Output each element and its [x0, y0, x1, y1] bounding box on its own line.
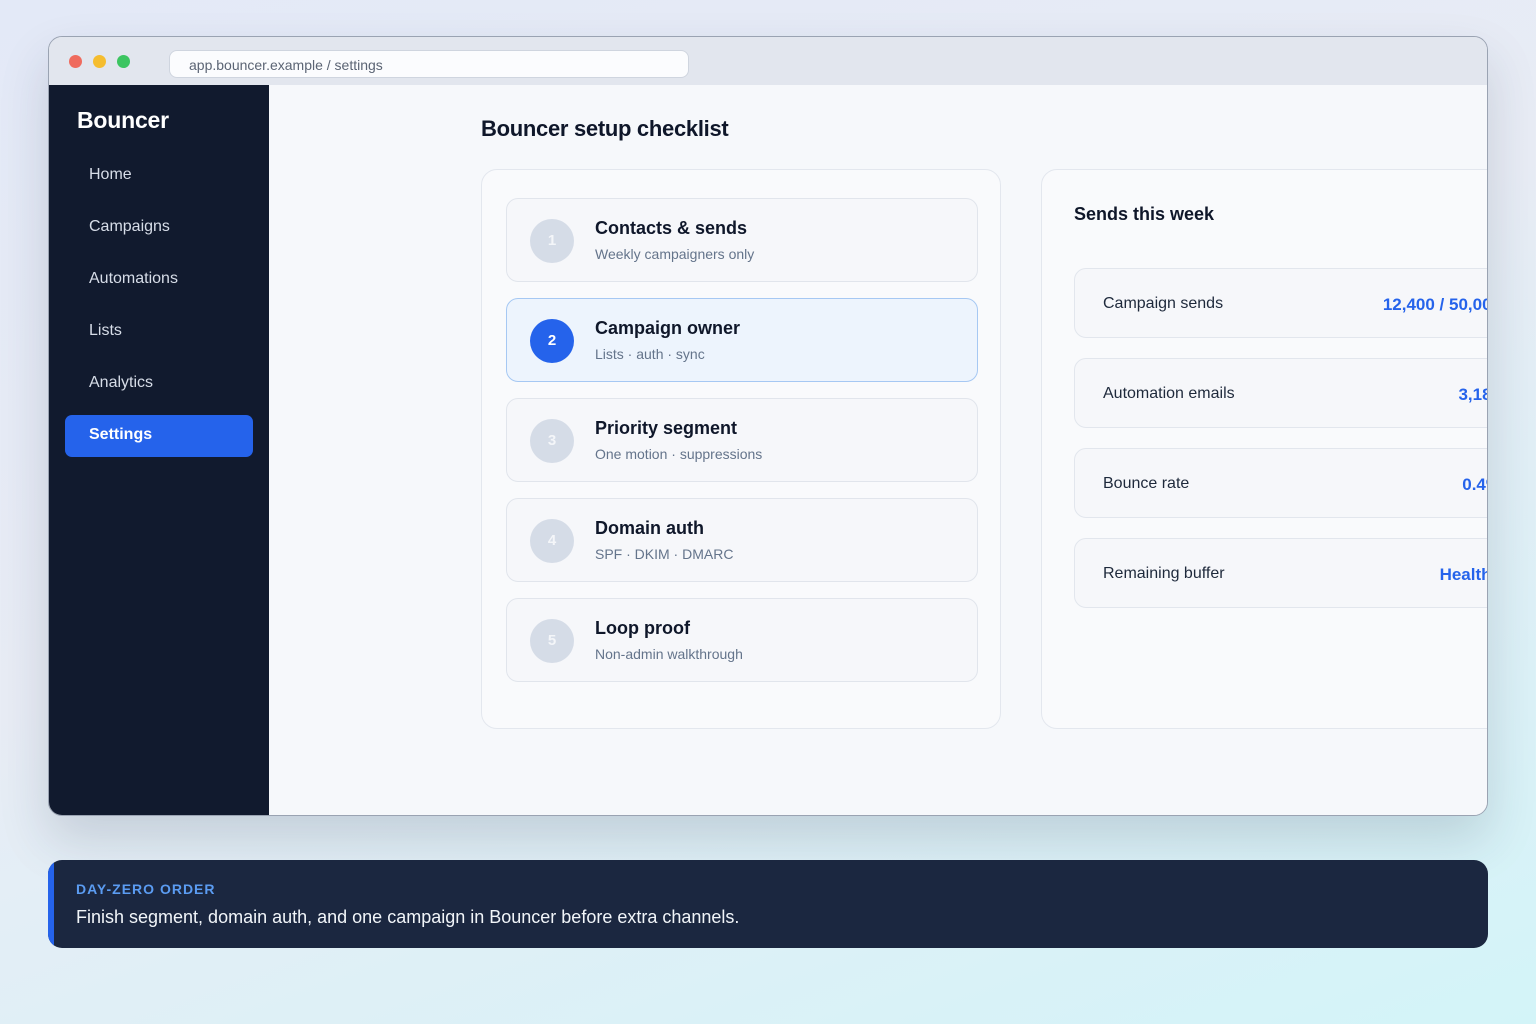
sidebar-item-campaigns[interactable]: Campaigns — [65, 207, 253, 249]
sidebar-item-home[interactable]: Home — [65, 155, 253, 197]
page-title: Bouncer setup checklist — [481, 116, 729, 141]
callout-accent-bar — [48, 860, 54, 948]
callout-label: DAY-ZERO ORDER — [76, 881, 216, 897]
close-window-icon[interactable] — [69, 55, 82, 68]
stat-row-remaining-buffer: Remaining buffer Healthy — [1074, 538, 1487, 608]
sidebar-item-automations[interactable]: Automations — [65, 259, 253, 301]
step-number-badge: 5 — [530, 619, 574, 663]
checklist-step[interactable]: 5 Loop proof Non-admin walkthrough — [506, 598, 978, 682]
browser-window: app.bouncer.example / settings Bouncer H… — [48, 36, 1488, 816]
sidebar-nav: Home Campaigns Automations Lists Analyti… — [65, 155, 253, 467]
sidebar-item-settings[interactable]: Settings — [65, 415, 253, 457]
step-subtitle: One motion · suppressions — [595, 446, 763, 462]
stat-label: Campaign sends — [1103, 295, 1224, 312]
step-title: Priority segment — [595, 418, 738, 438]
step-subtitle: Lists · auth · sync — [595, 346, 705, 362]
card-title: Sends this week — [1074, 204, 1215, 224]
step-number-badge: 1 — [530, 219, 574, 263]
stat-row-automation-emails: Automation emails 3,180 — [1074, 358, 1487, 428]
checklist-step-active[interactable]: 2 Campaign owner Lists · auth · sync — [506, 298, 978, 382]
stat-label: Remaining buffer — [1103, 565, 1225, 582]
step-subtitle: SPF · DKIM · DMARC — [595, 546, 734, 562]
checklist-step[interactable]: 1 Contacts & sends Weekly campaigners on… — [506, 198, 978, 282]
stat-row-bounce-rate: Bounce rate 0.4% — [1074, 448, 1487, 518]
step-subtitle: Non-admin walkthrough — [595, 646, 743, 662]
sidebar: Bouncer Home Campaigns Automations Lists… — [49, 85, 269, 815]
sidebar-item-lists[interactable]: Lists — [65, 311, 253, 353]
step-subtitle: Weekly campaigners only — [595, 246, 755, 262]
stat-value: Healthy — [1439, 565, 1487, 584]
sends-this-week-card: Sends this week Campaign sends 12,400 / … — [1041, 169, 1487, 729]
stat-value: 3,180 — [1458, 385, 1487, 404]
stat-value: 12,400 / 50,000 — [1382, 295, 1487, 314]
callout-text: Finish segment, domain auth, and one cam… — [76, 907, 740, 927]
step-title: Contacts & sends — [595, 218, 748, 238]
step-number-badge: 3 — [530, 419, 574, 463]
day-zero-callout: DAY-ZERO ORDER Finish segment, domain au… — [48, 860, 1488, 948]
maximize-window-icon[interactable] — [117, 55, 130, 68]
stat-value: 0.4% — [1462, 475, 1487, 494]
checklist-step[interactable]: 3 Priority segment One motion · suppress… — [506, 398, 978, 482]
step-title: Domain auth — [595, 518, 705, 538]
brand-logo: Bouncer — [77, 107, 169, 133]
sidebar-item-analytics[interactable]: Analytics — [65, 363, 253, 405]
step-number-badge: 4 — [530, 519, 574, 563]
stat-row-campaign-sends: Campaign sends 12,400 / 50,000 — [1074, 268, 1487, 338]
main-content: Bouncer setup checklist 1 Contacts & sen… — [269, 85, 1487, 815]
step-number-badge: 2 — [530, 319, 574, 363]
step-title: Loop proof — [595, 618, 690, 638]
checklist-step[interactable]: 4 Domain auth SPF · DKIM · DMARC — [506, 498, 978, 582]
setup-checklist-card: 1 Contacts & sends Weekly campaigners on… — [481, 169, 1001, 729]
stat-label: Automation emails — [1103, 385, 1235, 402]
minimize-window-icon[interactable] — [93, 55, 106, 68]
step-title: Campaign owner — [595, 318, 741, 338]
window-titlebar: app.bouncer.example / settings — [49, 37, 1487, 85]
address-bar[interactable]: app.bouncer.example / settings — [169, 50, 689, 78]
stat-label: Bounce rate — [1103, 475, 1190, 492]
